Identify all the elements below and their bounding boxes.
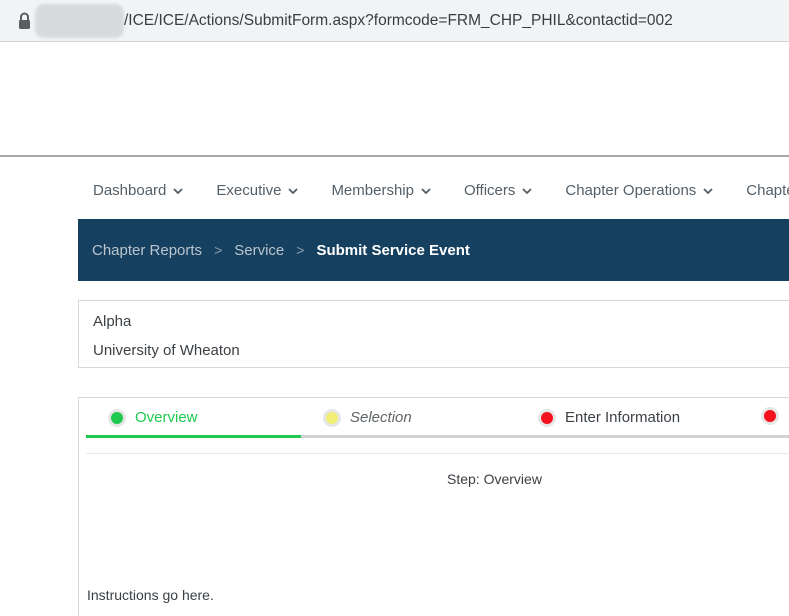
nav-item-chapter-operations[interactable]: Chapter Operations	[565, 181, 713, 201]
instructions-text: Instructions go here.	[87, 587, 214, 603]
step-status-dot-yellow	[326, 412, 338, 424]
step-tab-enter-information[interactable]: Enter Information	[516, 398, 731, 438]
breadcrumb-current-page: Submit Service Event	[316, 242, 469, 259]
breadcrumb-chapter-reports[interactable]: Chapter Reports	[92, 242, 202, 259]
nav-item-label: Chapter Re	[746, 181, 789, 201]
wizard-stepper: Overview Selection Enter Information	[86, 398, 789, 438]
url-text[interactable]: /ICE/ICE/Actions/SubmitForm.aspx?formcod…	[124, 0, 789, 42]
breadcrumb-separator: >	[296, 242, 304, 258]
chevron-down-icon	[288, 188, 298, 194]
redacted-url-segment	[35, 4, 124, 38]
step-status-dot-green	[111, 412, 123, 424]
chevron-down-icon	[173, 188, 183, 194]
wizard-divider	[86, 453, 789, 454]
nav-item-dashboard[interactable]: Dashboard	[93, 181, 183, 201]
main-nav: Dashboard Executive Membership Officers …	[93, 181, 789, 201]
nav-item-officers[interactable]: Officers	[464, 181, 532, 201]
step-tab-overview[interactable]: Overview	[86, 398, 301, 438]
step-label: Enter Information	[565, 410, 680, 426]
step-status-dot-red	[764, 410, 776, 422]
nav-item-label: Dashboard	[93, 181, 166, 201]
nav-item-label: Chapter Operations	[565, 181, 696, 201]
nav-item-label: Membership	[331, 181, 414, 201]
chevron-down-icon	[421, 188, 431, 194]
breadcrumb: Chapter Reports > Service > Submit Servi…	[78, 219, 789, 281]
chevron-down-icon	[703, 188, 713, 194]
step-label: Overview	[135, 410, 198, 426]
browser-window: /ICE/ICE/Actions/SubmitForm.aspx?formcod…	[0, 0, 789, 616]
chapter-info-card: Alpha University of Wheaton	[78, 300, 789, 368]
step-label: Selection	[350, 410, 412, 426]
institution-name: University of Wheaton	[93, 336, 783, 365]
current-step-heading: Step: Overview	[447, 471, 542, 487]
step-tab-selection[interactable]: Selection	[301, 398, 516, 438]
browser-address-bar[interactable]: /ICE/ICE/Actions/SubmitForm.aspx?formcod…	[0, 0, 789, 42]
nav-item-executive[interactable]: Executive	[216, 181, 298, 201]
breadcrumb-separator: >	[214, 242, 222, 258]
nav-item-membership[interactable]: Membership	[331, 181, 431, 201]
nav-item-label: Executive	[216, 181, 281, 201]
nav-item-label: Officers	[464, 181, 515, 201]
chevron-down-icon	[522, 188, 532, 194]
step-tab-next[interactable]	[731, 398, 789, 438]
breadcrumb-service[interactable]: Service	[234, 242, 284, 259]
lock-icon[interactable]	[18, 12, 31, 30]
page-divider	[0, 155, 789, 157]
chapter-name: Alpha	[93, 307, 783, 336]
nav-item-chapter-reports[interactable]: Chapter Re	[746, 181, 789, 201]
step-status-dot-red	[541, 412, 553, 424]
wizard-card: Overview Selection Enter Information	[78, 397, 789, 616]
